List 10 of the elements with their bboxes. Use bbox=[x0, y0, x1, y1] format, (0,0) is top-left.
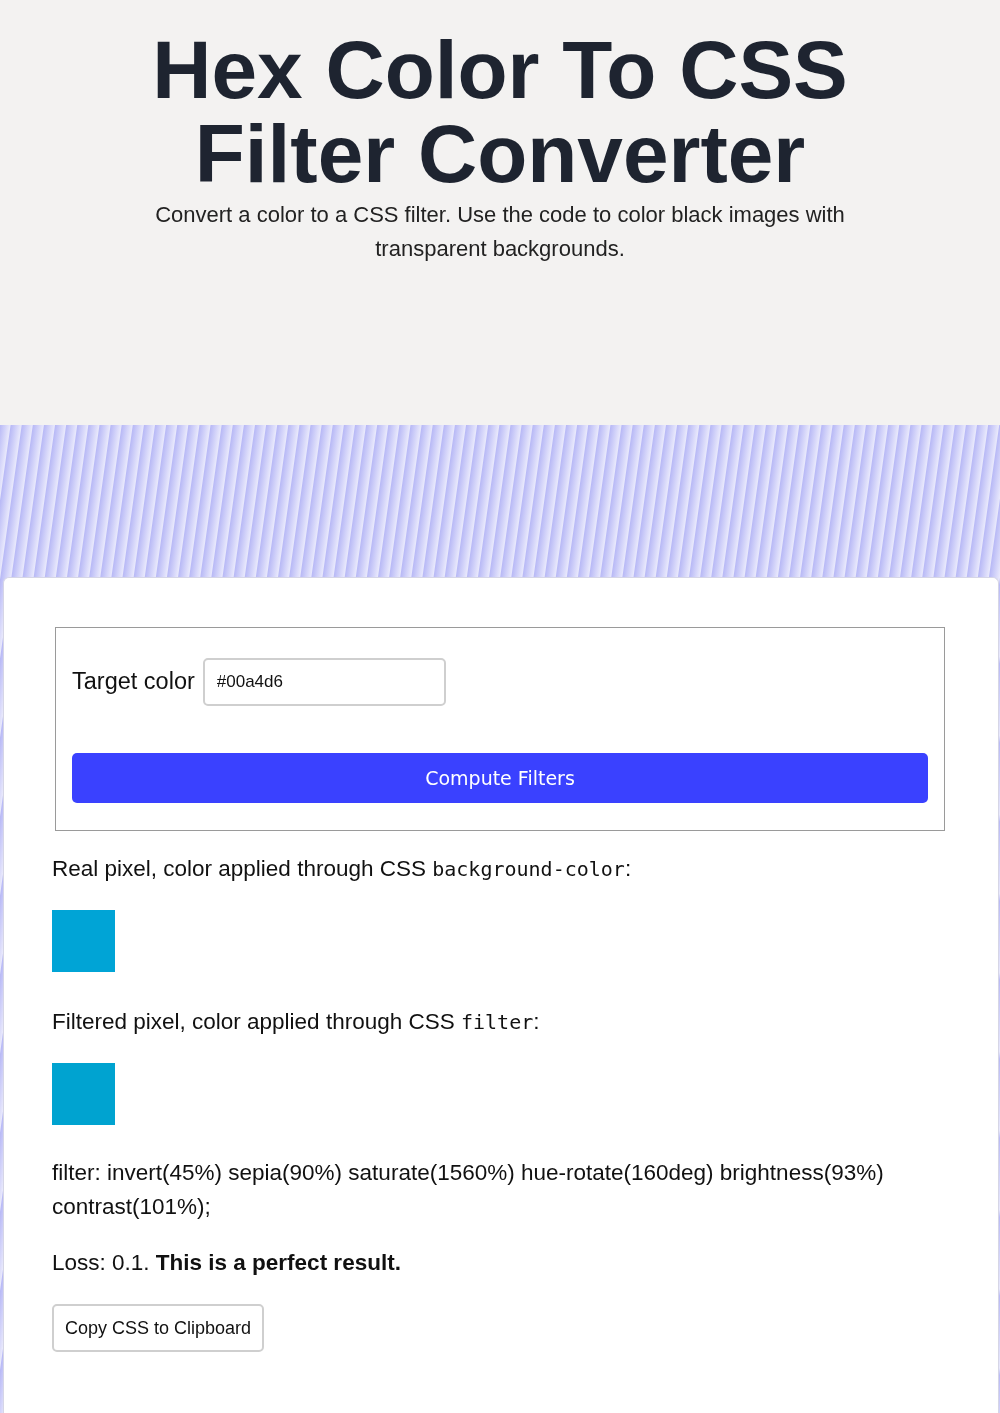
preview-caption: Filtered pixel, color applied through CSS filter: bbox=[52, 1008, 541, 1036]
preview-caption: Real pixel, color applied through CSS background-color: bbox=[52, 855, 633, 883]
compute-filters-button[interactable]: Compute Filters bbox=[72, 753, 928, 803]
page-subtitle: Convert a color to a CSS filter. Use the code to color black images with transparent backgrounds. bbox=[154, 201, 846, 263]
copy-css-button[interactable]: Copy CSS to Clipboard bbox=[52, 1304, 265, 1352]
filter-code-text: filter: invert(45%) sepia(90%) saturate(1560%) hue-rotate(160deg) brightness(93%) contrast(101%); bbox=[52, 1159, 885, 1221]
target-color-field[interactable]: #00a4d6 bbox=[202, 658, 446, 706]
loss-result-text: Loss: 0.1. This is a perfect result. bbox=[52, 1249, 402, 1277]
target-color-label: Target color bbox=[72, 667, 195, 697]
page-title: Hex Color To CSS Filter Converter bbox=[151, 28, 849, 196]
